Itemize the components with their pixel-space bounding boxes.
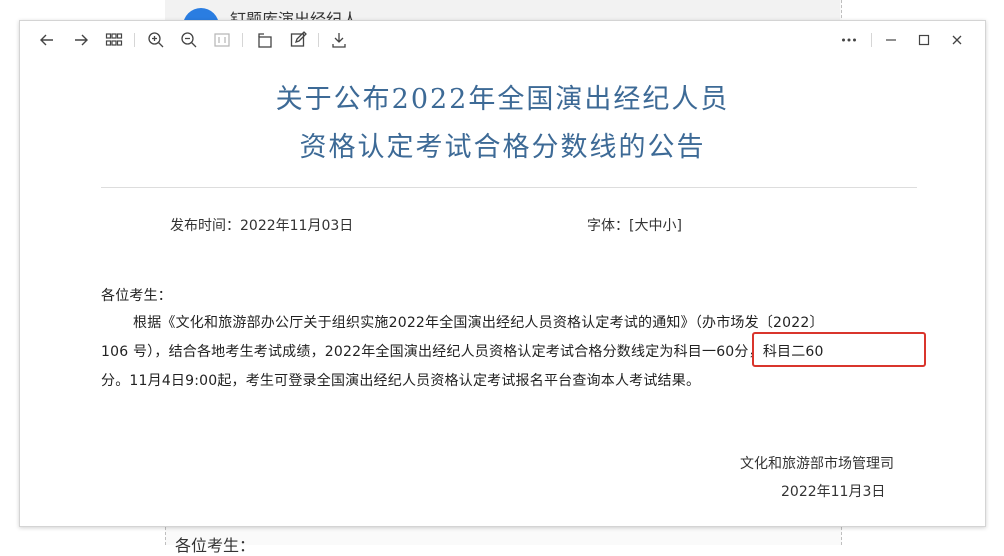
- close-icon[interactable]: [947, 30, 967, 50]
- score-highlight-box: [752, 332, 926, 367]
- document-title-line1: 关于公布2022年全国演出经纪人员: [275, 84, 730, 115]
- edit-icon[interactable]: [288, 30, 308, 50]
- toolbar-divider: [871, 33, 872, 47]
- signature-date: 2022年11月3日: [781, 484, 886, 500]
- document-title-line2: 资格认定考试合格分数线的公告: [299, 132, 706, 163]
- paragraph-line-3: 分。11月4日9:00起，考生可登录全国演出经纪人员资格认定考试报名平台查询本人…: [101, 373, 701, 389]
- fit-page-icon[interactable]: [212, 30, 232, 50]
- image-viewer-window: 关于公布2022年全国演出经纪人员 资格认定考试合格分数线的公告 发布时间：20…: [19, 20, 986, 527]
- zoom-out-icon[interactable]: [179, 30, 199, 50]
- font-size-selector: 字体：[大中小]: [587, 218, 682, 234]
- toolbar-divider: [318, 33, 319, 47]
- paragraph-line-1: 根据《文化和旅游部办公厅关于组织实施2022年全国演出经纪人员资格认定考试的通知…: [133, 315, 824, 331]
- maximize-icon[interactable]: [914, 30, 934, 50]
- signature-organization: 文化和旅游部市场管理司: [740, 456, 894, 472]
- toolbar-divider: [134, 33, 135, 47]
- download-icon[interactable]: [329, 30, 349, 50]
- thumbnail-grid-icon[interactable]: [104, 30, 124, 50]
- greeting: 各位考生：: [101, 288, 172, 304]
- arrow-left-icon[interactable]: [37, 30, 57, 50]
- toolbar-divider: [242, 33, 243, 47]
- zoom-in-icon[interactable]: [146, 30, 166, 50]
- minimize-icon[interactable]: [881, 30, 901, 50]
- more-icon[interactable]: [839, 30, 859, 50]
- background-body-start: 各位考生：: [175, 536, 256, 555]
- title-divider: [101, 187, 917, 188]
- arrow-right-icon[interactable]: [71, 30, 91, 50]
- rotate-icon[interactable]: [255, 30, 275, 50]
- publish-time: 发布时间：2022年11月03日: [170, 218, 354, 234]
- paragraph-line-2: 106 号），结合各地考生考试成绩，2022年全国演出经纪人员资格认定考试合格分…: [101, 344, 824, 360]
- viewer-toolbar: [20, 21, 985, 59]
